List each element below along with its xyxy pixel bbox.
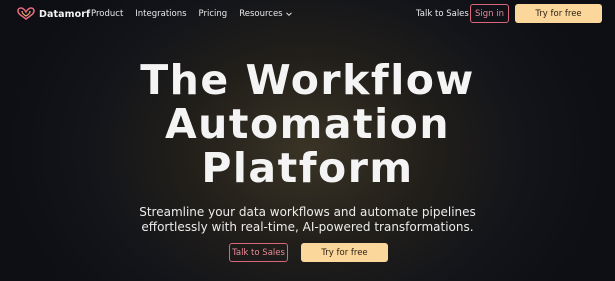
hero-try-for-free-button[interactable]: Try for free [301, 243, 388, 262]
brand-logo[interactable]: Datamorf [16, 6, 90, 22]
nav-try-for-free-button[interactable]: Try for free [515, 4, 602, 23]
top-navbar: Datamorf Product Integrations Pricing Re… [0, 0, 615, 28]
hero-title: The Workflow Automation Platform [0, 58, 615, 190]
nav-link-product[interactable]: Product [91, 9, 123, 19]
hero-title-line-2: Automation [164, 100, 451, 148]
hero-subtitle-line-1: Streamline your data workflows and autom… [139, 205, 476, 219]
nav-link-integrations[interactable]: Integrations [135, 9, 186, 19]
nav-link-pricing[interactable]: Pricing [199, 9, 228, 19]
datamorf-logo-icon [17, 7, 35, 20]
landing-page: Datamorf Product Integrations Pricing Re… [0, 0, 615, 281]
nav-link-resources[interactable]: Resources [239, 9, 292, 19]
brand-name: Datamorf [39, 8, 91, 20]
hero-title-line-1: The Workflow [140, 56, 475, 104]
hero-title-line-3: Platform [201, 144, 414, 192]
hero-subtitle-line-2: effortlessly with real-time, AI-powered … [141, 220, 474, 234]
chevron-down-icon [285, 12, 292, 17]
sign-in-button[interactable]: Sign in [470, 4, 509, 23]
nav-links: Product Integrations Pricing Resources [91, 9, 305, 19]
nav-talk-to-sales-link[interactable]: Talk to Sales [416, 9, 469, 19]
hero-subtitle: Streamline your data workflows and autom… [0, 205, 615, 235]
hero-talk-to-sales-button[interactable]: Talk to Sales [229, 243, 288, 262]
nav-link-resources-label: Resources [239, 9, 283, 19]
